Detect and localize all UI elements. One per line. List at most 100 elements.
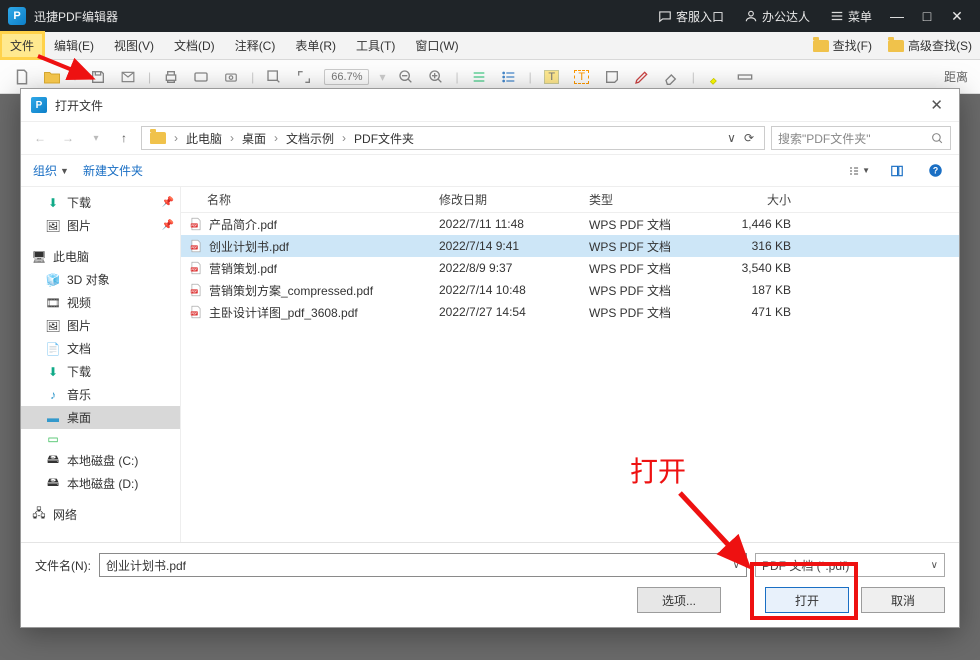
file-row[interactable]: PDF营销策划.pdf2022/8/9 9:37WPS PDF 文档3,540 … [181,257,959,279]
sidebar-desktop[interactable]: ▬桌面 [21,406,180,429]
menu-window[interactable]: 窗口(W) [405,32,468,59]
file-name: 创业计划书.pdf [209,238,289,255]
marquee-zoom-tool[interactable] [264,67,284,87]
preview-pane-button[interactable] [885,160,909,182]
mail-tool[interactable] [118,67,138,87]
pdf-file-icon: PDF [189,305,203,319]
text-highlight-tool[interactable]: T [542,67,562,87]
options-button[interactable]: 选项... [637,587,721,613]
sidebar-unknown[interactable]: ▭ [21,429,180,449]
text-tool[interactable]: T [572,67,592,87]
find-button[interactable]: 查找(F) [805,32,880,59]
column-type[interactable]: 类型 [581,191,711,208]
nav-back-button[interactable]: ← [29,127,51,149]
column-size[interactable]: 大小 [711,191,811,208]
menu-annotate[interactable]: 注释(C) [225,32,286,59]
sidebar-local-c[interactable]: 🖴本地磁盘 (C:) [21,449,180,472]
scan-tool[interactable] [191,67,211,87]
crumb-folder1[interactable]: 文档示例 [282,130,338,147]
crumb-dropdown-icon[interactable]: ∨ [727,131,736,145]
chevron-down-icon[interactable]: ∨ [733,560,740,571]
column-name[interactable]: 名称 [181,191,431,208]
pc-icon: 🖥 [31,250,47,264]
file-row[interactable]: PDF营销策划方案_compressed.pdf2022/7/14 10:48W… [181,279,959,301]
zoom-in-tool[interactable] [426,67,446,87]
sidebar-downloads[interactable]: ⬇下载📌 [21,191,180,214]
list-tool[interactable] [499,67,519,87]
maximize-button[interactable]: □ [912,8,942,24]
new-file-tool[interactable] [12,67,32,87]
fit-page-tool[interactable] [294,67,314,87]
new-folder-button[interactable]: 新建文件夹 [83,162,143,179]
organize-menu[interactable]: 组织 ▼ [33,162,69,179]
refresh-icon[interactable]: ⟳ [744,131,754,145]
open-button[interactable]: 打开 [765,587,849,613]
sidebar-3d-objects[interactable]: 🧊3D 对象 [21,268,180,291]
file-row[interactable]: PDF创业计划书.pdf2022/7/14 9:41WPS PDF 文档316 … [181,235,959,257]
camera-tool[interactable] [221,67,241,87]
office-pro-link[interactable]: 办公达人 [744,8,810,25]
distance-label: 距离 [944,68,968,85]
sidebar-videos[interactable]: 🎞视频 [21,291,180,314]
crumb-this-pc[interactable]: 此电脑 [182,130,226,147]
save-tool[interactable] [88,67,108,87]
eraser-tool[interactable] [662,67,682,87]
filetype-select[interactable]: PDF 文档 (*.pdf) ∨ [755,553,945,577]
menu-tools[interactable]: 工具(T) [346,32,405,59]
align-tool[interactable] [469,67,489,87]
user-icon [744,9,758,23]
nav-up-button[interactable]: ↑ [113,127,135,149]
breadcrumb[interactable]: › 此电脑 › 桌面 › 文档示例 › PDF文件夹 ∨ ⟳ [141,126,765,150]
print-tool[interactable] [161,67,181,87]
sidebar-local-d[interactable]: 🖴本地磁盘 (D:) [21,472,180,495]
open-file-tool[interactable] [42,67,62,87]
dialog-toolbar: 组织 ▼ 新建文件夹 ▼ ? [21,155,959,187]
customer-service-link[interactable]: 客服入口 [658,8,724,25]
column-date[interactable]: 修改日期 [431,191,581,208]
menubar: 文件 编辑(E) 视图(V) 文档(D) 注释(C) 表单(R) 工具(T) 窗… [0,32,980,60]
sidebar-documents[interactable]: 📄文档 [21,337,180,360]
cancel-button[interactable]: 取消 [861,587,945,613]
network-icon: 🖧 [31,508,47,522]
crumb-folder2[interactable]: PDF文件夹 [350,130,418,147]
close-button[interactable]: ✕ [942,8,972,25]
advanced-find-button[interactable]: 高级查找(S) [880,32,980,59]
sidebar-pictures[interactable]: 🖼图片📌 [21,214,180,237]
menu-form[interactable]: 表单(R) [285,32,346,59]
pictures-icon: 🖼 [45,319,61,333]
titlebar: P 迅捷PDF编辑器 客服入口 办公达人 菜单 — □ ✕ [0,0,980,32]
filename-input[interactable]: 创业计划书.pdf ∨ [99,553,747,577]
pencil-tool[interactable] [632,67,652,87]
sidebar-music[interactable]: ♪音乐 [21,383,180,406]
view-details-button[interactable]: ▼ [847,160,871,182]
sidebar-pictures2[interactable]: 🖼图片 [21,314,180,337]
dialog-close-button[interactable]: ✕ [924,94,949,116]
menu-file[interactable]: 文件 [0,32,44,59]
zoom-value[interactable]: 66.7% [324,69,369,85]
nav-forward-button[interactable]: → [57,127,79,149]
file-date: 2022/7/14 10:48 [431,283,581,297]
file-row[interactable]: PDF产品简介.pdf2022/7/11 11:48WPS PDF 文档1,44… [181,213,959,235]
sidebar-downloads2[interactable]: ⬇下载 [21,360,180,383]
file-size: 187 KB [711,283,811,297]
help-button[interactable]: ? [923,160,947,182]
minimize-button[interactable]: — [882,8,912,24]
menu-view[interactable]: 视图(V) [104,32,164,59]
sticky-note-tool[interactable] [602,67,622,87]
ruler-tool[interactable] [735,67,755,87]
sidebar-network[interactable]: 🖧网络 [21,503,180,526]
pdf-file-icon: PDF [189,239,203,253]
main-menu-button[interactable]: 菜单 [830,8,872,25]
zoom-out-tool[interactable] [396,67,416,87]
nav-recent-button[interactable]: ▾ [85,127,107,149]
search-input[interactable]: 搜索"PDF文件夹" [771,126,951,150]
crumb-desktop[interactable]: 桌面 [238,130,270,147]
highlighter-tool[interactable] [705,67,725,87]
sidebar-this-pc[interactable]: 🖥此电脑 [21,245,180,268]
open-file-dialog: P 打开文件 ✕ ← → ▾ ↑ › 此电脑 › 桌面 › 文档示例 › PDF… [20,88,960,628]
svg-text:PDF: PDF [191,268,197,272]
file-row[interactable]: PDF主卧设计详图_pdf_3608.pdf2022/7/27 14:54WPS… [181,301,959,323]
svg-text:PDF: PDF [191,246,197,250]
menu-edit[interactable]: 编辑(E) [44,32,104,59]
menu-document[interactable]: 文档(D) [164,32,225,59]
